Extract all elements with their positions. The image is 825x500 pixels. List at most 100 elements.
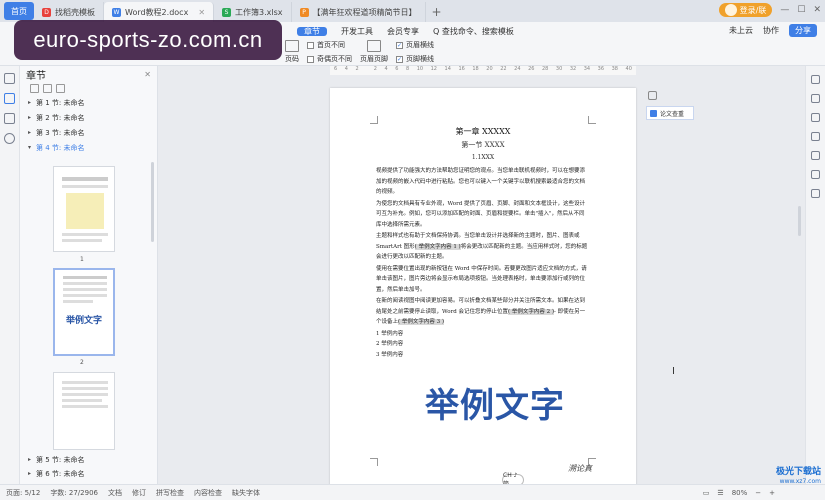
collapse-icon[interactable]: ▾	[28, 144, 31, 151]
paper-check-icon	[650, 109, 657, 117]
checkbox-checked[interactable]: ✓	[396, 41, 403, 49]
header-footer-label: 页眉页脚	[360, 55, 388, 63]
delete-section-icon[interactable]	[56, 84, 65, 93]
section-item-1[interactable]: ▸ 第 1 节: 未命名	[20, 95, 157, 110]
history-icon[interactable]	[811, 189, 820, 198]
ruler-tick: 4	[344, 66, 348, 72]
search-command[interactable]: Q 查找命令、搜索模板	[426, 26, 521, 37]
expand-icon[interactable]: ▸	[28, 470, 31, 477]
panel-tools	[20, 82, 157, 95]
panel-header: 章节 ✕	[20, 66, 157, 82]
text-cursor-icon: I	[672, 366, 675, 377]
outline-icon[interactable]	[4, 73, 15, 84]
share-button[interactable]: 分享	[789, 24, 817, 37]
avatar	[724, 4, 737, 16]
style-icon[interactable]	[811, 94, 820, 103]
section-item-4[interactable]: ▾ 第 4 节: 未命名	[20, 140, 157, 155]
document-page[interactable]: 第一章 XXXXX 第一节 XXXX 1.1XXX 视频提供了功能强大的方法帮助…	[330, 88, 636, 488]
check-label: 奇偶页不同	[317, 55, 352, 63]
page-view-icon[interactable]: ▭	[703, 489, 710, 497]
expand-icon[interactable]: ▸	[28, 456, 31, 463]
doc-verify[interactable]: 文档	[108, 488, 122, 498]
section-item-5[interactable]: ▸ 第 5 节: 未命名	[20, 452, 150, 467]
bookmark-icon[interactable]	[4, 113, 15, 124]
expand-icon[interactable]: ▸	[28, 99, 31, 106]
footer-line-check[interactable]: ✓ 页脚横线	[396, 54, 434, 64]
search-icon[interactable]	[4, 133, 15, 144]
tab-workbook[interactable]: S 工作簿3.xlsx	[214, 2, 292, 22]
location-icon[interactable]	[811, 170, 820, 179]
panel-close-icon[interactable]: ✕	[144, 70, 151, 79]
page-number-tool[interactable]: 页码	[285, 40, 299, 64]
select-icon[interactable]	[811, 75, 820, 84]
page-counter[interactable]: 页面: 5/12	[6, 488, 40, 498]
pin-icon[interactable]	[648, 91, 657, 100]
tab-label: 找稻壳模板	[55, 7, 95, 17]
list-item: 3 举例内容	[376, 351, 404, 358]
expand-icon[interactable]: ▸	[28, 114, 31, 121]
content-control[interactable]: ( 举例文字内容 3 )	[398, 319, 445, 325]
checkbox[interactable]	[307, 41, 314, 49]
ruler-tick: 14	[444, 66, 451, 72]
zoom-out-icon[interactable]: −	[755, 489, 761, 497]
settings-icon[interactable]	[811, 132, 820, 141]
wordart-text[interactable]: 举例文字	[425, 378, 565, 427]
tab-word-doc[interactable]: W Word教程2.docx ✕	[104, 2, 215, 22]
minimize-icon[interactable]: —	[780, 5, 789, 15]
page-thumbnail[interactable]	[53, 372, 115, 450]
login-button[interactable]: 登录/联	[718, 3, 773, 17]
checkbox-checked[interactable]: ✓	[396, 55, 403, 63]
page-thumbnail[interactable]	[53, 166, 115, 252]
new-tab-button[interactable]: +	[426, 5, 448, 19]
section-label: 第 4 节: 未命名	[36, 143, 85, 152]
thumbnail-preview	[62, 381, 108, 408]
header-line-check[interactable]: ✓ 页眉横线	[396, 40, 434, 50]
add-section-icon[interactable]	[30, 84, 39, 93]
checkbox[interactable]	[307, 55, 314, 63]
menu-chapter[interactable]: 章节	[290, 26, 334, 37]
odd-even-diff-check[interactable]: 奇偶页不同	[307, 54, 352, 64]
panel-scrollbar[interactable]	[151, 162, 154, 242]
close-icon[interactable]: ✕	[813, 5, 821, 15]
menu-devtools[interactable]: 开发工具	[334, 26, 380, 37]
expand-icon[interactable]: ▸	[28, 129, 31, 136]
missing-font[interactable]: 缺失字体	[232, 488, 260, 498]
section-item-2[interactable]: ▸ 第 2 节: 未命名	[20, 110, 157, 125]
zoom-in-icon[interactable]: +	[769, 489, 775, 497]
word-count[interactable]: 字数: 27/2906	[50, 488, 98, 498]
signature-text: 溯论真	[568, 464, 592, 473]
thumbnail-preview	[62, 177, 108, 242]
maximize-icon[interactable]: ☐	[797, 5, 805, 15]
spell-check[interactable]: 拼写检查	[156, 488, 184, 498]
header-footer-tool[interactable]: 页眉页脚	[360, 40, 388, 64]
menu-vip[interactable]: 会员专享	[380, 26, 426, 37]
page-thumbnail-selected[interactable]: 举例文字	[53, 268, 115, 356]
cloud-status[interactable]: 未上云	[729, 25, 753, 36]
format-icon[interactable]	[811, 151, 820, 160]
section-item-3[interactable]: ▸ 第 3 节: 未命名	[20, 125, 157, 140]
first-page-diff-check[interactable]: 首页不同	[307, 40, 352, 50]
ruler-tick: 38	[611, 66, 618, 72]
collab-button[interactable]: 协作	[763, 25, 779, 36]
new-section-icon[interactable]	[43, 84, 52, 93]
web-view-icon[interactable]: ☰	[717, 489, 723, 497]
chapter-nav-icon[interactable]	[4, 93, 15, 104]
close-tab-icon[interactable]: ✕	[198, 8, 205, 17]
edit-icon[interactable]	[811, 113, 820, 122]
paper-check-button[interactable]: 论文查重	[646, 106, 694, 120]
ruler-tick: 24	[514, 66, 521, 72]
section-item-6[interactable]: ▸ 第 6 节: 未命名	[20, 466, 150, 481]
content-control[interactable]: ( 举例文字内容 1 )	[414, 243, 461, 250]
tab-docer[interactable]: D 找稻壳模板	[34, 2, 104, 22]
revise-toggle[interactable]: 修订	[132, 488, 146, 498]
content-control[interactable]: ( 举例文字内容 2 )	[508, 308, 555, 315]
horizontal-ruler[interactable]: 6 4 2 2 4 6 8 10 12 14 16 18 20 22 24 26 28 30 32 34 36 38 40	[330, 66, 636, 75]
tab-home[interactable]: 首页	[4, 2, 34, 20]
tab-presentation[interactable]: P 【满年狂欢程道项精简节日】	[292, 2, 426, 22]
ruler-tick: 40	[625, 66, 632, 72]
zoom-level[interactable]: 80%	[732, 489, 748, 497]
menu-chapter-active[interactable]: 章节	[297, 26, 327, 36]
word-icon: W	[112, 7, 121, 17]
content-check[interactable]: 内容检查	[194, 488, 222, 498]
document-scrollbar[interactable]	[798, 206, 801, 236]
